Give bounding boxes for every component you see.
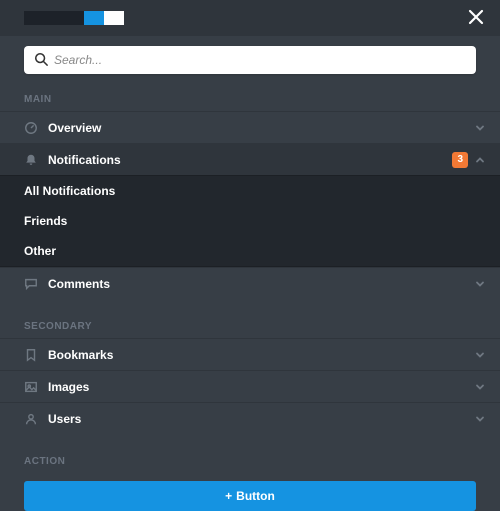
section-header-main: MAIN <box>0 84 500 111</box>
nav-item-users[interactable]: Users <box>0 402 500 434</box>
nav-item-images[interactable]: Images <box>0 370 500 402</box>
close-button[interactable] <box>464 6 488 30</box>
swatch[interactable] <box>84 11 104 25</box>
nav-item-label: Bookmarks <box>48 348 474 362</box>
nav-item-label: Comments <box>48 277 474 291</box>
bell-icon <box>24 153 38 167</box>
user-icon <box>24 412 38 426</box>
action-button-label: Button <box>236 489 275 503</box>
sub-item-label: All Notifications <box>24 184 115 198</box>
search-field[interactable] <box>24 46 476 74</box>
action-button[interactable]: + Button <box>24 481 476 511</box>
sub-item-other[interactable]: Other <box>0 236 500 266</box>
notifications-submenu: All Notifications Friends Other <box>0 175 500 267</box>
sub-item-all-notifications[interactable]: All Notifications <box>0 176 500 206</box>
sidebar: MAIN Overview Notifications 3 All Notifi… <box>0 36 500 511</box>
nav-item-label: Users <box>48 412 474 426</box>
bookmark-icon <box>24 348 38 362</box>
close-icon <box>468 9 484 28</box>
swatch[interactable] <box>104 11 124 25</box>
nav-item-label: Overview <box>48 121 474 135</box>
nav-item-notifications[interactable]: Notifications 3 <box>0 143 500 175</box>
swatch[interactable] <box>44 11 64 25</box>
theme-swatches <box>24 11 124 25</box>
chevron-down-icon <box>474 122 486 134</box>
search-input[interactable] <box>54 53 466 67</box>
notification-badge: 3 <box>452 152 468 168</box>
search-wrap <box>0 36 500 84</box>
sub-item-label: Other <box>24 244 56 258</box>
nav-item-overview[interactable]: Overview <box>0 111 500 143</box>
chevron-up-icon <box>474 154 486 166</box>
sub-item-friends[interactable]: Friends <box>0 206 500 236</box>
sub-item-label: Friends <box>24 214 67 228</box>
chevron-down-icon <box>474 278 486 290</box>
nav-item-comments[interactable]: Comments <box>0 267 500 299</box>
chevron-down-icon <box>474 413 486 425</box>
swatch[interactable] <box>24 11 44 25</box>
section-header-action: ACTION <box>0 446 500 473</box>
section-header-secondary: SECONDARY <box>0 311 500 338</box>
action-area: + Button <box>0 473 500 511</box>
topbar <box>0 0 500 36</box>
nav-item-label: Images <box>48 380 474 394</box>
gauge-icon <box>24 121 38 135</box>
nav-item-bookmarks[interactable]: Bookmarks <box>0 338 500 370</box>
comment-icon <box>24 277 38 291</box>
search-icon <box>34 52 48 69</box>
plus-icon: + <box>225 489 232 503</box>
swatch[interactable] <box>64 11 84 25</box>
chevron-down-icon <box>474 381 486 393</box>
chevron-down-icon <box>474 349 486 361</box>
nav-item-label: Notifications <box>48 153 452 167</box>
image-icon <box>24 380 38 394</box>
